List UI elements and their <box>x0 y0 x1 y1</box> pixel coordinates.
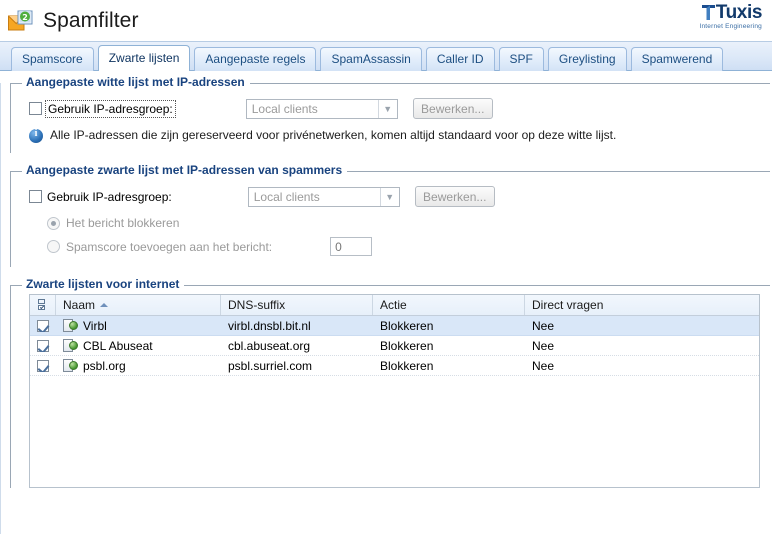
row-action-cell: Blokkeren <box>380 318 434 333</box>
whitelist-info-message: Alle IP-adressen die zijn gereserveerd v… <box>29 128 770 153</box>
whitelist-use-ipgroup-checkbox[interactable] <box>29 102 42 115</box>
whitelist-info-text: Alle IP-adressen die zijn gereserveerd v… <box>50 128 617 142</box>
whitelist-ipgroup-select[interactable]: Local clients ▼ <box>245 98 398 119</box>
row-checkbox[interactable] <box>37 359 49 372</box>
tab-spamscore[interactable]: Spamscore <box>11 47 94 71</box>
group-aangepaste-zwarte-lijst: Aangepaste zwarte lijst met IP-adressen … <box>10 163 770 267</box>
tab-spamwerend[interactable]: Spamwerend <box>630 47 724 71</box>
row-checkbox-cell[interactable] <box>30 339 56 352</box>
whitelist-ipgroup-select-value: Local clients <box>251 101 318 116</box>
spamfilter-envelope-icon: 2 <box>7 8 37 34</box>
row-checkbox-cell[interactable] <box>30 359 56 372</box>
table-header-naam-label: Naam <box>63 298 96 312</box>
tuxis-logo: Tuxis Internet Engineering <box>657 3 762 37</box>
chevron-down-icon[interactable]: ▼ <box>379 187 399 206</box>
list-globe-icon <box>63 339 78 352</box>
tab-spamassassin[interactable]: SpamAssassin <box>320 47 422 71</box>
table-header-select-all[interactable] <box>30 295 56 315</box>
table-row[interactable]: Virbl virbl.dnsbl.bit.nl Blokkeren Nee <box>30 316 759 336</box>
tab-spf[interactable]: SPF <box>498 47 544 71</box>
tab-greylisting[interactable]: Greylisting <box>547 47 627 71</box>
blacklist-ipgroup-select-value: Local clients <box>253 189 320 204</box>
tab-aangepaste-regels[interactable]: Aangepaste regels <box>194 47 317 71</box>
list-globe-icon <box>63 359 78 372</box>
list-globe-icon <box>63 319 78 332</box>
whitelist-use-ipgroup-label[interactable]: Gebruik IP-adresgroep: <box>45 99 176 118</box>
group-legend-whitelist: Aangepaste witte lijst met IP-adressen <box>22 75 250 89</box>
blacklist-use-ipgroup-checkbox[interactable] <box>29 190 42 203</box>
tab-zwarte-lijsten[interactable]: Zwarte lijsten <box>97 45 191 71</box>
brand-tagline: Internet Engineering <box>699 23 762 30</box>
table-header-dns-suffix[interactable]: DNS-suffix <box>221 295 373 315</box>
row-name-cell: Virbl <box>56 319 221 333</box>
blacklist-use-ipgroup-label[interactable]: Gebruik IP-adresgroep: <box>47 190 172 204</box>
blacklist-block-radio-row: Het bericht blokkeren <box>47 216 770 230</box>
row-dns-cell: cbl.abuseat.org <box>228 338 311 353</box>
group-legend-blacklist: Aangepaste zwarte lijst met IP-adressen … <box>22 163 348 177</box>
row-checkbox-cell[interactable] <box>30 319 56 332</box>
select-all-checkbox-icon[interactable] <box>38 299 47 311</box>
sort-ascending-icon <box>100 303 109 307</box>
blacklist-table[interactable]: Naam DNS-suffix Actie Direct vragen Virb… <box>29 294 760 488</box>
blacklist-radio-block-label[interactable]: Het bericht blokkeren <box>66 216 179 230</box>
row-action-cell: Blokkeren <box>380 338 434 353</box>
page-title: Spamfilter <box>43 8 139 32</box>
row-name-cell: CBL Abuseat <box>56 339 221 353</box>
row-direct-cell: Nee <box>532 338 555 353</box>
group-aangepaste-witte-lijst: Aangepaste witte lijst met IP-adressen G… <box>10 75 770 153</box>
row-dns-cell: psbl.surriel.com <box>228 358 313 373</box>
row-checkbox[interactable] <box>37 339 49 352</box>
row-direct-cell: Nee <box>532 358 555 373</box>
blacklist-score-radio-row: Spamscore toevoegen aan het bericht: <box>47 237 770 267</box>
table-header-actie[interactable]: Actie <box>373 295 525 315</box>
chevron-down-icon[interactable]: ▼ <box>377 99 397 118</box>
table-header-naam[interactable]: Naam <box>56 295 221 315</box>
blacklist-score-input[interactable] <box>330 237 373 256</box>
row-name-label: Virbl <box>83 318 107 333</box>
blacklist-ipgroup-row: Gebruik IP-adresgroep: Local clients ▼ B… <box>29 186 770 207</box>
svg-text:2: 2 <box>22 13 28 22</box>
panel-left-edge <box>0 83 1 534</box>
whitelist-edit-button[interactable]: Bewerken... <box>412 98 493 119</box>
table-header-direct-vragen[interactable]: Direct vragen <box>525 295 759 315</box>
row-dns-cell: virbl.dnsbl.bit.nl <box>228 318 311 333</box>
table-header-row: Naam DNS-suffix Actie Direct vragen <box>30 295 759 316</box>
row-action-cell: Blokkeren <box>380 358 434 373</box>
blacklist-edit-button[interactable]: Bewerken... <box>414 186 495 207</box>
tab-caller-id[interactable]: Caller ID <box>425 47 495 71</box>
blacklist-radio-score-label[interactable]: Spamscore toevoegen aan het bericht: <box>66 240 272 254</box>
brand-name: Tuxis <box>715 2 763 23</box>
table-row[interactable]: CBL Abuseat cbl.abuseat.org Blokkeren Ne… <box>30 336 759 356</box>
blacklist-radio-block[interactable] <box>47 216 60 230</box>
whitelist-ipgroup-row: Gebruik IP-adresgroep: Local clients ▼ B… <box>29 98 770 119</box>
row-direct-cell: Nee <box>532 318 555 333</box>
blacklist-ipgroup-select[interactable]: Local clients ▼ <box>247 186 400 207</box>
table-row[interactable]: psbl.org psbl.surriel.com Blokkeren Nee <box>30 356 759 376</box>
row-checkbox[interactable] <box>37 319 49 332</box>
info-icon <box>29 128 43 143</box>
row-name-cell: psbl.org <box>56 359 221 373</box>
tab-bar: Spamscore Zwarte lijsten Aangepaste rege… <box>0 41 772 71</box>
blacklist-radio-score[interactable] <box>47 240 60 253</box>
group-legend-internet: Zwarte lijsten voor internet <box>22 277 185 291</box>
app-header: 2 Spamfilter Tuxis Internet Engineering <box>0 0 772 41</box>
row-name-label: psbl.org <box>83 358 126 373</box>
row-name-label: CBL Abuseat <box>83 338 153 353</box>
tab-panel-zwarte-lijsten: Aangepaste witte lijst met IP-adressen G… <box>0 75 772 534</box>
group-zwarte-lijsten-voor-internet: Zwarte lijsten voor internet Naam DNS-su… <box>10 277 770 488</box>
